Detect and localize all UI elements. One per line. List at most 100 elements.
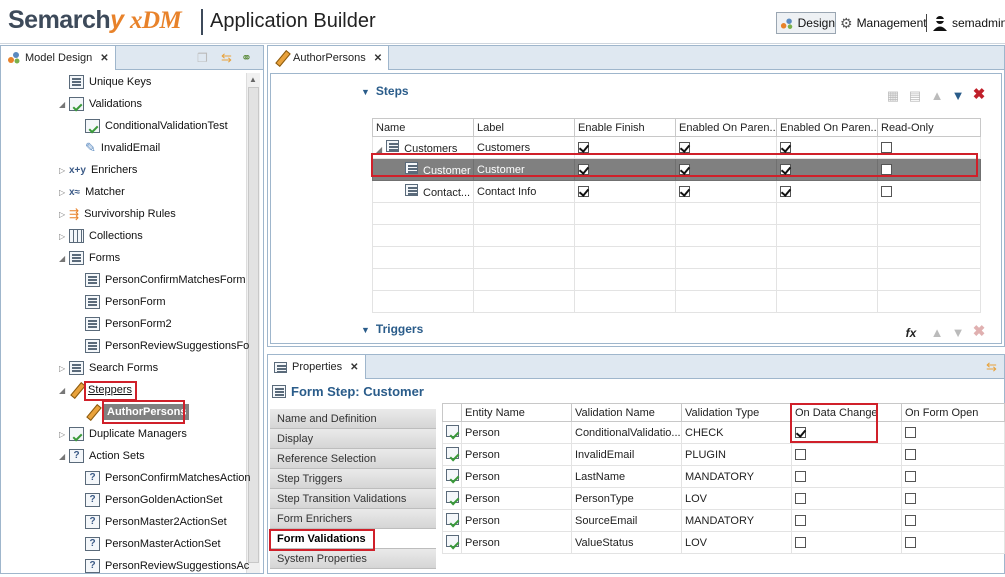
column-header[interactable]: On Data Change [791, 403, 902, 422]
column-header[interactable]: Enable Finish [574, 118, 676, 137]
table-row[interactable]: Contact... Contact Info [372, 180, 981, 203]
column-header[interactable]: Validation Name [571, 403, 682, 422]
column-header[interactable]: Validation Type [681, 403, 792, 422]
tree-item-duplicate-managers[interactable]: ▷ Duplicate Managers [59, 423, 187, 445]
collapse-icon[interactable]: ▼ [361, 325, 370, 335]
trigger-move-down-icon[interactable]: ▼ [951, 326, 965, 340]
column-header[interactable]: Entity Name [461, 403, 572, 422]
tree-item-person-master2-action-set[interactable]: ? PersonMaster2ActionSet [85, 511, 227, 533]
expand-icon[interactable]: ▷ [59, 166, 69, 175]
nav-step-triggers[interactable]: Step Triggers [270, 469, 436, 489]
scroll-up-icon[interactable]: ▲ [249, 75, 257, 84]
tree-item-person-golden-action-set[interactable]: ? PersonGoldenActionSet [85, 489, 222, 511]
on-data-change-checkbox[interactable] [791, 487, 902, 510]
collapse-icon[interactable]: ▼ [361, 87, 370, 97]
column-header[interactable]: Enabled On Paren... [776, 118, 878, 137]
nav-reference-selection[interactable]: Reference Selection [270, 449, 436, 469]
enabled-on-parent-checkbox[interactable] [675, 180, 777, 203]
design-button[interactable]: Design [776, 12, 836, 34]
expand-icon[interactable]: ▷ [59, 232, 69, 241]
link-icon[interactable]: ⚭ [241, 50, 252, 66]
tree-item-survivorship-rules[interactable]: ▷ ⇶ Survivorship Rules [59, 203, 176, 225]
nav-step-transition-validations[interactable]: Step Transition Validations [270, 489, 436, 509]
tree-item-person-review-suggestions-form[interactable]: PersonReviewSuggestionsFo [85, 335, 249, 357]
expand-icon[interactable]: ▷ [59, 188, 69, 197]
tree-item-invalid-email[interactable]: ✎ InvalidEmail [85, 137, 160, 159]
expand-icon[interactable]: ◢ [376, 145, 382, 154]
table-row[interactable]: ◢ Customers Customers [372, 136, 981, 159]
on-data-change-checkbox[interactable] [791, 443, 902, 466]
tab-properties[interactable]: Properties ✕ [268, 355, 366, 379]
column-header[interactable]: Label [473, 118, 575, 137]
tree-item-author-persons[interactable]: AuthorPersons [85, 401, 190, 423]
close-icon[interactable]: ✕ [374, 53, 382, 64]
tree-item-validations[interactable]: ◢ Validations [59, 93, 142, 115]
table-row[interactable]: Person LastName MANDATORY [442, 465, 1005, 488]
tree-item-person-confirm-matches-form[interactable]: PersonConfirmMatchesForm [85, 269, 246, 291]
expand-icon[interactable]: ◢ [59, 452, 69, 461]
scrollbar-thumb[interactable] [248, 87, 259, 563]
trigger-delete-icon[interactable]: ✖ [972, 324, 986, 339]
tree-item-person-master-action-set[interactable]: ? PersonMasterActionSet [85, 533, 221, 555]
column-header[interactable]: Name [372, 118, 474, 137]
on-form-open-checkbox[interactable] [901, 443, 1005, 466]
expand-icon[interactable]: ▷ [59, 430, 69, 439]
tree-item-person-confirm-matches-action[interactable]: ? PersonConfirmMatchesAction [85, 467, 251, 489]
enable-finish-checkbox[interactable] [574, 180, 676, 203]
on-form-open-checkbox[interactable] [901, 509, 1005, 532]
tree-item-search-forms[interactable]: ▷ Search Forms [59, 357, 158, 379]
table-row-selected[interactable]: Customer Customer [372, 158, 981, 181]
enabled-on-parent-checkbox[interactable] [675, 158, 777, 181]
steps-section-header[interactable]: ▼ Steps [361, 84, 409, 98]
add-child-step-icon[interactable]: ▤ [908, 89, 922, 103]
tree-item-person-form[interactable]: PersonForm [85, 291, 166, 313]
enable-finish-checkbox[interactable] [574, 136, 676, 159]
on-form-open-checkbox[interactable] [901, 487, 1005, 510]
on-data-change-checkbox[interactable] [791, 421, 902, 444]
pin-icon[interactable]: ⇆ [986, 359, 997, 375]
expand-icon[interactable]: ◢ [59, 254, 69, 263]
user-menu[interactable]: semadmin [932, 12, 1005, 34]
delete-icon[interactable]: ✖ [972, 87, 986, 102]
tree-item-steppers[interactable]: ◢ Steppers [59, 379, 132, 401]
tree-item-matcher[interactable]: ▷ x≈ Matcher [59, 181, 125, 203]
tree-item-enrichers[interactable]: ▷ x+y Enrichers [59, 159, 137, 181]
move-down-icon[interactable]: ▼ [951, 89, 965, 103]
trigger-move-up-icon[interactable]: ▲ [930, 326, 944, 340]
enabled-on-parent-checkbox[interactable] [675, 136, 777, 159]
on-data-change-checkbox[interactable] [791, 509, 902, 532]
tab-model-design[interactable]: Model Design ✕ [1, 46, 116, 70]
close-icon[interactable]: ✕ [100, 53, 108, 64]
move-up-icon[interactable]: ▲ [930, 89, 944, 103]
on-data-change-checkbox[interactable] [791, 531, 902, 554]
nav-system-properties[interactable]: System Properties [270, 549, 436, 569]
on-form-open-checkbox[interactable] [901, 531, 1005, 554]
enabled-on-parent-checkbox[interactable] [776, 180, 878, 203]
tree-item-unique-keys[interactable]: Unique Keys [69, 71, 151, 93]
expand-icon[interactable]: ◢ [59, 386, 69, 395]
enabled-on-parent-checkbox[interactable] [776, 158, 878, 181]
collapse-all-icon[interactable]: ❐ [197, 51, 208, 65]
column-header[interactable]: Enabled On Paren... [675, 118, 777, 137]
expand-icon[interactable]: ◢ [59, 100, 69, 109]
on-data-change-checkbox[interactable] [791, 465, 902, 488]
tree-item-person-form2[interactable]: PersonForm2 [85, 313, 172, 335]
table-row[interactable]: Person ConditionalValidatio... CHECK [442, 421, 1005, 444]
nav-form-validations[interactable]: Form Validations [270, 529, 436, 549]
expand-icon[interactable]: ▷ [59, 210, 69, 219]
nav-display[interactable]: Display [270, 429, 436, 449]
on-form-open-checkbox[interactable] [901, 421, 1005, 444]
nav-name-and-definition[interactable]: Name and Definition [270, 409, 436, 429]
tree-scrollbar[interactable]: ▲ [246, 73, 260, 573]
table-row[interactable]: Person PersonType LOV [442, 487, 1005, 510]
read-only-checkbox[interactable] [877, 136, 981, 159]
add-step-icon[interactable]: ▦ [886, 89, 900, 103]
tree-item-collections[interactable]: ▷ Collections [59, 225, 143, 247]
management-button[interactable]: ⚙ Management [840, 12, 927, 34]
read-only-checkbox[interactable] [877, 180, 981, 203]
add-trigger-icon[interactable]: fx [904, 326, 918, 340]
tree-item-conditional-validation-test[interactable]: ConditionalValidationTest [85, 115, 228, 137]
nav-form-enrichers[interactable]: Form Enrichers [270, 509, 436, 529]
table-row[interactable]: Person InvalidEmail PLUGIN [442, 443, 1005, 466]
enable-finish-checkbox[interactable] [574, 158, 676, 181]
